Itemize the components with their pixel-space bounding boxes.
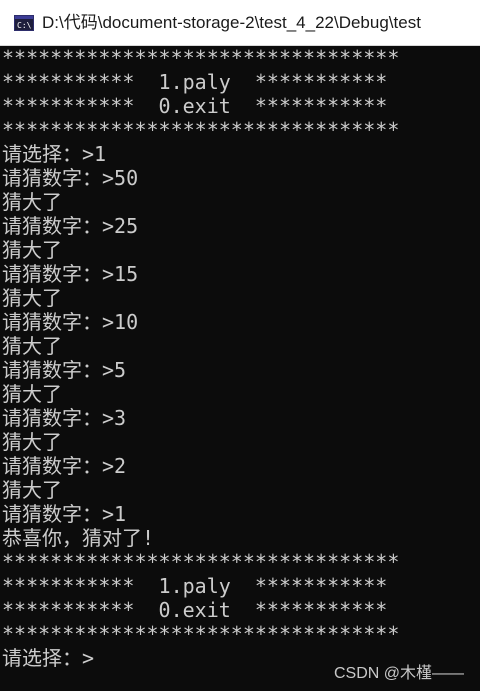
console-line: 请猜数字：>10	[2, 310, 139, 334]
console-line: 请猜数字：>25	[2, 214, 139, 238]
console-line: 猜大了	[2, 238, 62, 262]
console-line: 请猜数字：>50	[2, 166, 139, 190]
console-line: 请猜数字：>2	[2, 454, 127, 478]
console-line: 猜大了	[2, 430, 62, 454]
watermark: CSDN @木槿——	[333, 665, 464, 682]
console-line: 请猜数字：>3	[2, 406, 127, 430]
console-line: *********************************	[2, 46, 400, 70]
console-line: 猜大了	[2, 382, 62, 406]
console-line: 猜大了	[2, 478, 62, 502]
console-line: 猜大了	[2, 286, 62, 310]
window-title: D:\代码\document-storage-2\test_4_22\Debug…	[42, 12, 421, 32]
console-line: 请猜数字：>1	[2, 502, 127, 526]
console-line: *********************************	[2, 622, 400, 646]
console-icon: C:\	[14, 14, 34, 31]
console-window: C:\ D:\代码\document-storage-2\test_4_22\D…	[0, 0, 480, 691]
svg-text:C:\: C:\	[17, 21, 32, 30]
console-line: *********************************	[2, 550, 400, 574]
console-line: 猜大了	[2, 190, 62, 214]
console-line: *********** 1.paly ***********	[2, 70, 388, 94]
console-line: 请猜数字：>5	[2, 358, 127, 382]
console-output[interactable]: ********************************* ******…	[0, 46, 480, 691]
console-line: *********** 0.exit ***********	[2, 598, 388, 622]
console-line: 猜大了	[2, 334, 62, 358]
console-line: 请选择：>1	[2, 142, 107, 166]
console-line: *********** 1.paly ***********	[2, 574, 388, 598]
title-bar[interactable]: C:\ D:\代码\document-storage-2\test_4_22\D…	[0, 0, 480, 46]
console-line: 恭喜你，猜对了!	[2, 526, 155, 550]
console-line: *********************************	[2, 118, 400, 142]
console-line: *********** 0.exit ***********	[2, 94, 388, 118]
console-line: 请猜数字：>15	[2, 262, 139, 286]
